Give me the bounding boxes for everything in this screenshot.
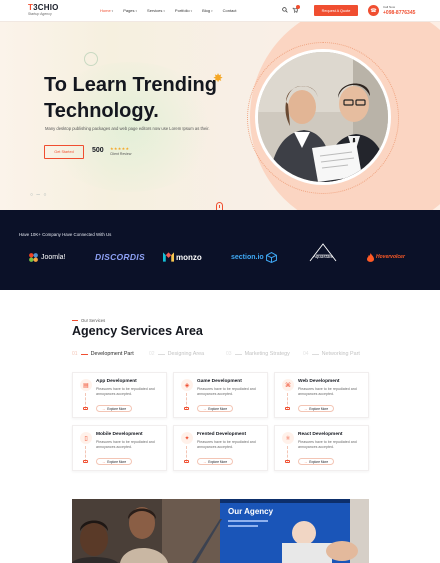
cube-logo-icon [265, 251, 277, 263]
logo-text: 3CHIO [33, 3, 59, 12]
brand-aquastate[interactable]: Aquastate [304, 243, 342, 262]
explore-more-button[interactable]: → Explore More [197, 405, 234, 412]
nav-blog[interactable]: Blog ▾ [202, 8, 213, 13]
brand-hovervolcer[interactable]: Hovervolcer [367, 250, 405, 264]
explore-more-button[interactable]: → Explore More [298, 405, 335, 412]
logo[interactable]: T3CHIO Startup Agency [28, 4, 59, 17]
sparkle-icon: ✸ [213, 71, 224, 85]
phone-number[interactable]: +098-8776345 [383, 10, 415, 16]
card-description: Pleasures have to be repudiated and anno… [96, 440, 155, 449]
card-title: Game Development [197, 379, 242, 384]
services-subtitle: Our Services [72, 318, 105, 323]
brand-discord[interactable]: DISCORDIS [95, 250, 145, 264]
card-title: Mobile Development [96, 432, 143, 437]
brands-band: Have 10K+ Company Have Connected With Us… [0, 210, 440, 290]
chevron-down-icon: ▾ [190, 8, 193, 13]
explore-more-button[interactable]: → Explore More [197, 458, 234, 465]
search-icon[interactable] [282, 7, 288, 15]
react-icon: ⚛ [282, 432, 294, 444]
card-description: Pleasures have to be repudiated and anno… [96, 387, 155, 396]
brand-sectionio[interactable]: section.io [231, 250, 277, 264]
decorative-dots: ○ ─ ○ [30, 192, 48, 198]
card-description: Pleasures have to be repudiated and anno… [298, 440, 357, 449]
explore-more-button[interactable]: → Explore More [96, 458, 133, 465]
brand-monzo[interactable]: monzo [163, 250, 202, 264]
monzo-logo-icon [163, 252, 174, 262]
hero-description: Many desktop publishing packages and web… [45, 126, 210, 131]
nav-pages[interactable]: Pages ▾ [123, 8, 137, 13]
main-nav: Home ▾ Pages ▾ Services ▾ Portfolio ▾ Blog ▾ … [100, 8, 236, 13]
tab-marketing[interactable]: 03 Marketing Strategy [226, 351, 303, 357]
frontend-icon: ✦ [181, 432, 193, 444]
service-card-mobile[interactable]: ▯ Mobile Development Pleasures have to b… [72, 425, 167, 471]
card-title: React Development [298, 432, 343, 437]
arrow-right-icon: → [102, 406, 106, 411]
tab-development[interactable]: 01 Development Part [72, 351, 149, 357]
review-stars: ★★★★★ [110, 146, 130, 151]
decorative-circle [84, 52, 98, 66]
arrow-right-icon: → [304, 459, 308, 464]
card-title: Frented Development [197, 432, 247, 437]
service-card-game[interactable]: ◈ Game Development Pleasures have to be … [173, 372, 268, 418]
card-description: Pleasures have to be repudiated and anno… [197, 387, 256, 396]
nav-home[interactable]: Home ▾ [100, 8, 113, 13]
services-tabs: 01 Development Part 02 Designing Area 03 Ma… [72, 351, 380, 357]
nav-contact[interactable]: Contact [223, 8, 237, 13]
brand-joomla[interactable]: Joomla! [28, 250, 66, 264]
chevron-down-icon: ▾ [163, 8, 165, 13]
site-header: T3CHIO Startup Agency Home ▾ Pages ▾ Servi… [0, 0, 440, 22]
arrow-right-icon: → [203, 459, 207, 464]
logo-tagline: Startup Agency [28, 12, 52, 16]
review-label: Client Review [110, 152, 132, 156]
arrow-right-icon: → [203, 406, 207, 411]
get-started-button[interactable]: Get Started [44, 145, 84, 159]
cart-badge [296, 5, 300, 9]
request-quote-button[interactable]: Request A Quote [314, 5, 358, 16]
explore-more-button[interactable]: → Explore More [298, 458, 335, 465]
hero-section: To Learn Trending Technology. ✸ Many des… [0, 22, 440, 210]
aquastate-logo-icon [309, 243, 337, 262]
card-description: Pleasures have to be repudiated and anno… [197, 440, 256, 449]
agency-photo: Our Agency [72, 499, 369, 563]
chevron-down-icon: ▾ [111, 8, 114, 13]
service-card-web[interactable]: ⌘ Web Development Pleasures have to be r… [274, 372, 369, 418]
card-title: Web Development [298, 379, 340, 384]
arrow-right-icon: → [102, 459, 106, 464]
tab-designing[interactable]: 02 Designing Area [149, 351, 226, 357]
card-title: App Development [96, 379, 137, 384]
game-icon: ◈ [181, 379, 193, 391]
nav-services[interactable]: Services ▾ [147, 8, 165, 13]
scroll-mouse-icon[interactable] [216, 202, 223, 210]
web-icon: ⌘ [282, 379, 294, 391]
joomla-logo-icon [29, 252, 38, 262]
hero-photo [255, 49, 391, 185]
agency-screen-text: Our Agency [228, 507, 274, 516]
call-label: Call Now [383, 5, 396, 9]
arrow-right-icon: → [304, 406, 308, 411]
tab-networking[interactable]: 04 Networking Part [303, 351, 380, 357]
card-description: Pleasures have to be repudiated and anno… [298, 387, 357, 396]
app-icon: ▤ [80, 379, 92, 391]
mobile-icon: ▯ [80, 432, 92, 444]
explore-more-button[interactable]: → Explore More [96, 405, 133, 412]
service-card-app[interactable]: ▤ App Development Pleasures have to be r… [72, 372, 167, 418]
phone-icon[interactable]: ☎ [368, 5, 379, 16]
nav-portfolio[interactable]: Portfolio ▾ [175, 8, 192, 13]
service-card-react[interactable]: ⚛ React Development Pleasures have to be… [274, 425, 369, 471]
brands-title: Have 10K+ Company Have Connected With Us [19, 232, 112, 237]
flame-logo-icon [367, 252, 374, 262]
chevron-down-icon: ▾ [135, 8, 138, 13]
review-count: 500 [92, 147, 104, 154]
service-card-frontend[interactable]: ✦ Frented Development Pleasures have to … [173, 425, 268, 471]
services-title: Agency Services Area [72, 324, 203, 338]
chevron-down-icon: ▾ [211, 8, 213, 13]
